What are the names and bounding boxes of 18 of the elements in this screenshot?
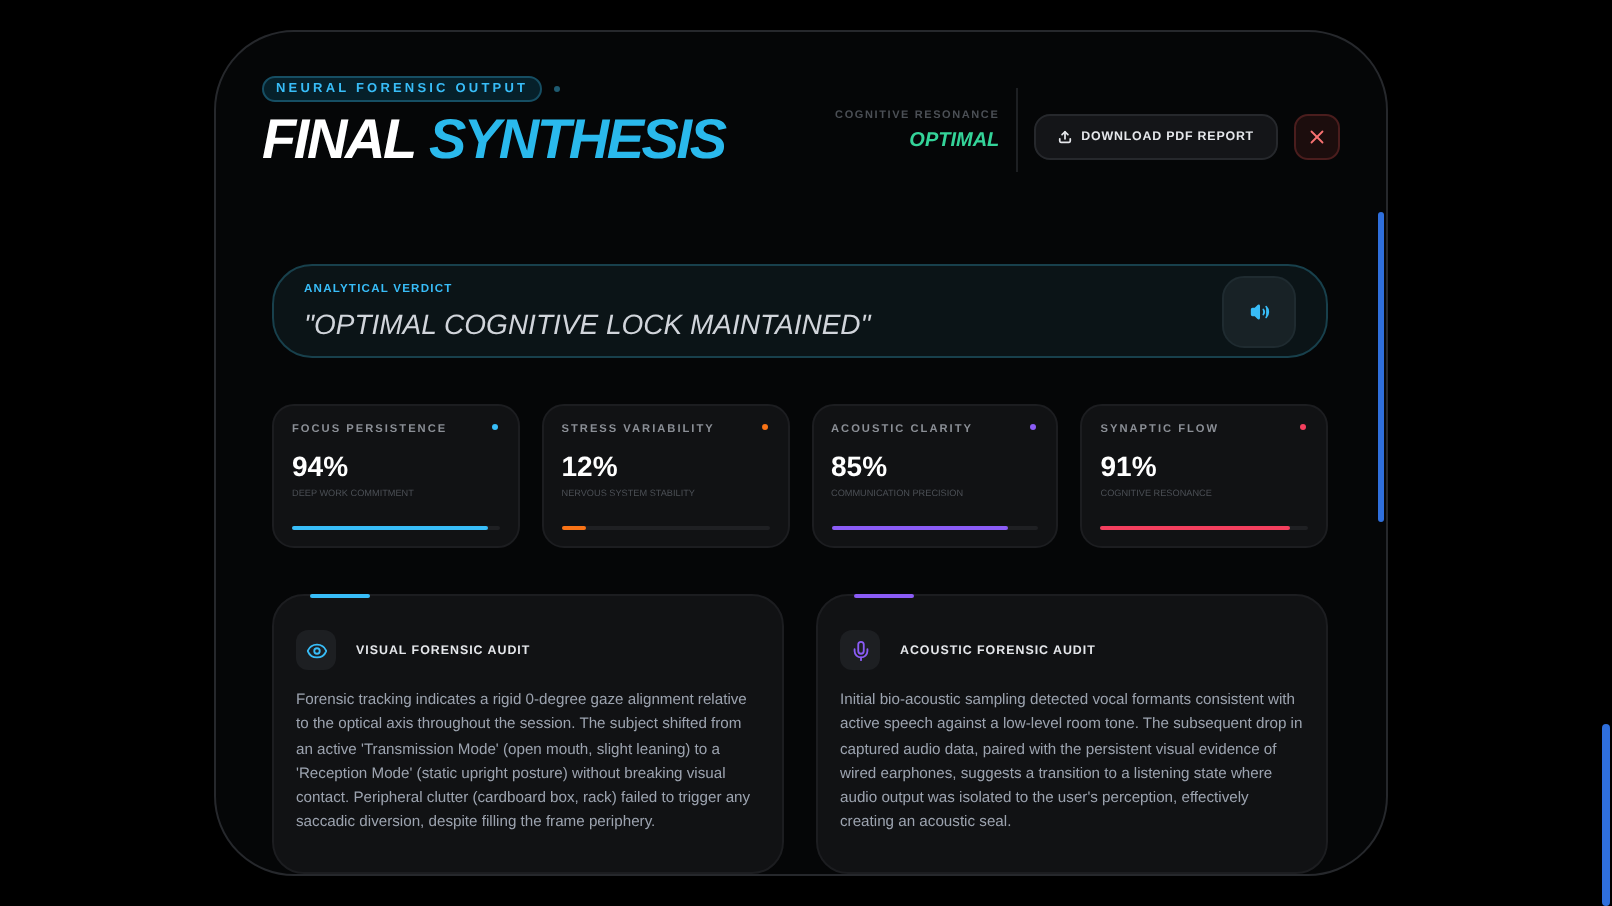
dot-icon bbox=[554, 86, 561, 92]
scrollbar[interactable] bbox=[1602, 724, 1610, 906]
speaker-icon bbox=[1249, 301, 1269, 321]
scrollbar[interactable] bbox=[1378, 212, 1384, 522]
eye-icon bbox=[305, 639, 327, 661]
close-icon bbox=[1306, 125, 1328, 147]
metric-value: 91% bbox=[1100, 450, 1159, 482]
metric-value: 12% bbox=[561, 450, 620, 482]
metric-value: 94% bbox=[292, 450, 351, 482]
page-title: SYNTHESIS bbox=[428, 112, 725, 168]
page-title: FINAL bbox=[262, 112, 415, 168]
upload-icon bbox=[1057, 129, 1072, 143]
microphone-icon bbox=[849, 639, 871, 661]
close-button[interactable] bbox=[1294, 113, 1340, 159]
verdict-quote: "OPTIMAL COGNITIVE LOCK MAINTAINED" bbox=[304, 307, 871, 339]
speaker-button[interactable] bbox=[1222, 275, 1296, 347]
status-value: OPTIMAL bbox=[909, 129, 1000, 151]
metric-value: 85% bbox=[831, 450, 890, 482]
